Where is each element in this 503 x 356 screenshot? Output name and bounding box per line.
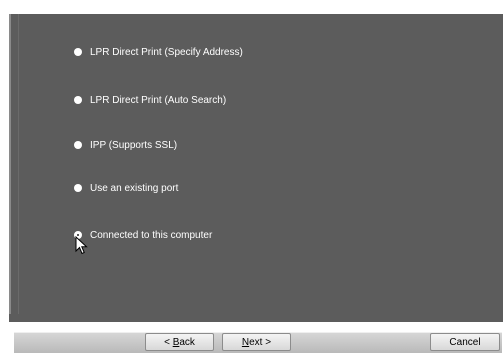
next-button[interactable]: Next > bbox=[222, 333, 291, 351]
mouse-cursor-icon bbox=[75, 236, 88, 255]
option-label: Use an existing port bbox=[90, 182, 179, 194]
option-label: IPP (Supports SSL) bbox=[90, 139, 178, 151]
option-label: LPR Direct Print (Specify Address) bbox=[90, 46, 243, 58]
cancel-label: Cancel bbox=[449, 336, 481, 348]
back-button[interactable]: < Back bbox=[145, 333, 214, 351]
next-mnemonic: N bbox=[241, 336, 250, 348]
panel-left-edge bbox=[9, 14, 11, 314]
back-mnemonic: B bbox=[172, 336, 180, 348]
radio-button[interactable] bbox=[74, 184, 82, 192]
option-existing-port[interactable]: Use an existing port bbox=[74, 181, 178, 195]
radio-button[interactable] bbox=[74, 141, 82, 149]
option-label: Connected to this computer bbox=[90, 229, 213, 241]
option-ipp-ssl[interactable]: IPP (Supports SSL) bbox=[74, 138, 177, 152]
top-white-strip bbox=[0, 0, 503, 14]
radio-button[interactable] bbox=[74, 96, 82, 104]
back-rest: ack bbox=[179, 336, 195, 348]
cancel-button[interactable]: Cancel bbox=[430, 333, 500, 351]
radio-button[interactable] bbox=[74, 48, 82, 56]
next-rest: ext > bbox=[249, 336, 272, 348]
option-label: LPR Direct Print (Auto Search) bbox=[90, 94, 227, 106]
back-prefix: < bbox=[164, 336, 173, 348]
wizard-content-panel bbox=[9, 14, 503, 322]
option-lpr-specify-address[interactable]: LPR Direct Print (Specify Address) bbox=[74, 45, 243, 59]
panel-left-shade bbox=[18, 14, 19, 314]
option-lpr-auto-search[interactable]: LPR Direct Print (Auto Search) bbox=[74, 93, 226, 107]
option-connected-this-computer[interactable]: Connected to this computer bbox=[74, 228, 212, 242]
